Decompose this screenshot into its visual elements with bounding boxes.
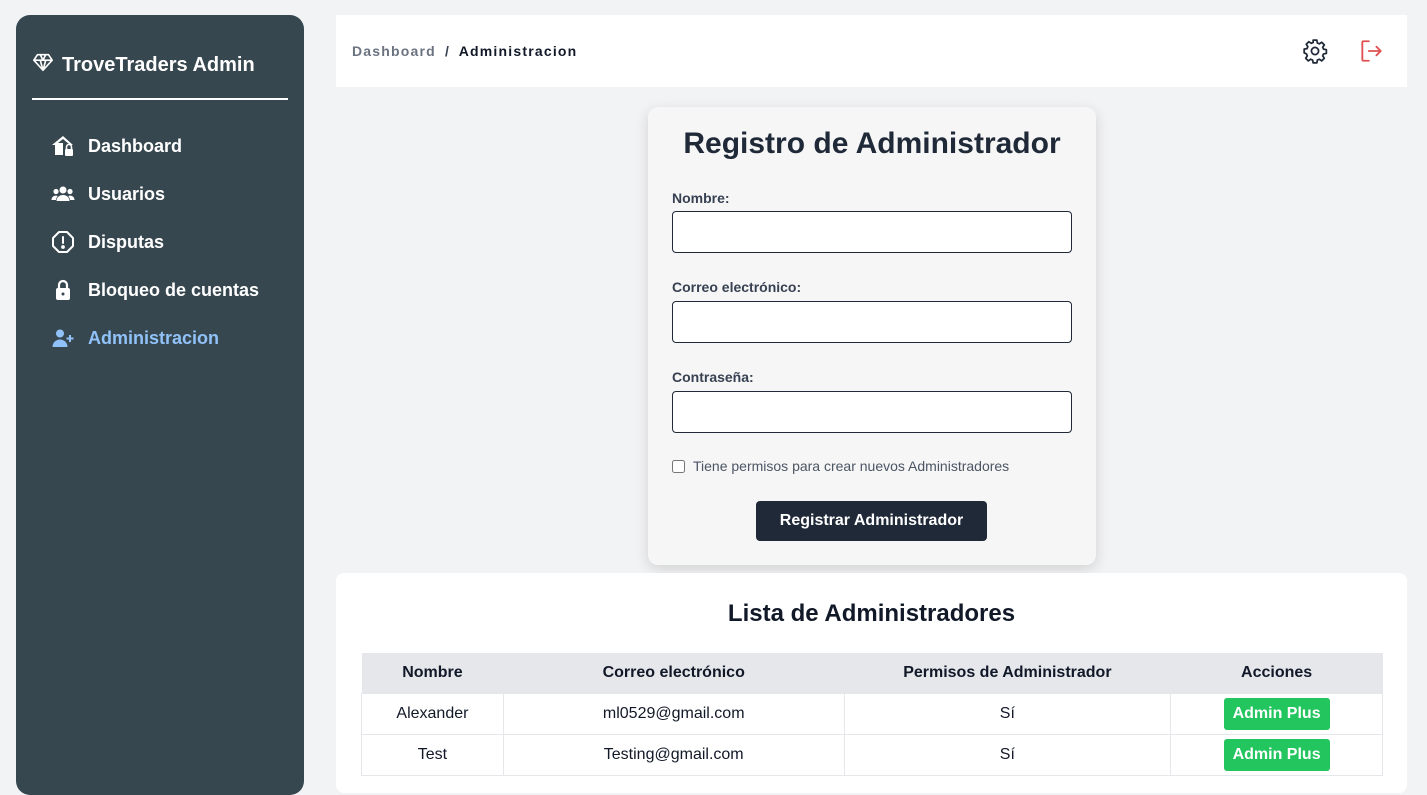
cell-name: Alexander xyxy=(361,692,504,735)
sidebar-item-label: Dashboard xyxy=(88,135,183,156)
sidebar-item-dashboard[interactable]: Dashboard xyxy=(50,122,290,170)
home-lock-icon xyxy=(50,133,76,159)
lock-icon xyxy=(50,277,76,303)
sidebar-item-label: Administracion xyxy=(88,327,220,348)
permissions-checkbox-label: Tiene permisos para crear nuevos Adminis… xyxy=(693,458,1010,474)
breadcrumb-current: Administracion xyxy=(458,43,578,59)
gear-icon[interactable] xyxy=(1301,37,1329,65)
breadcrumb-parent[interactable]: Dashboard xyxy=(352,43,436,59)
admin-list-card: Lista de Administradores Nombre Correo e… xyxy=(336,573,1407,793)
column-header-actions: Acciones xyxy=(1170,653,1383,693)
logout-icon[interactable] xyxy=(1357,37,1385,65)
table-row: Alexander ml0529@gmail.com Sí Admin Plus xyxy=(361,692,1383,735)
sidebar-item-disputas[interactable]: Disputas xyxy=(50,218,290,266)
name-input[interactable] xyxy=(672,211,1072,253)
cell-name: Test xyxy=(361,733,504,776)
users-icon xyxy=(50,181,76,207)
brand-divider xyxy=(32,98,288,100)
admin-list-title: Lista de Administradores xyxy=(727,600,1016,627)
sidebar-item-label: Disputas xyxy=(88,231,165,252)
cell-email: Testing@gmail.com xyxy=(502,733,845,776)
name-label: Nombre: xyxy=(672,190,730,206)
admin-plus-button[interactable]: Admin Plus xyxy=(1223,738,1330,771)
column-header-name: Nombre xyxy=(361,653,504,693)
user-plus-icon xyxy=(50,325,76,351)
sidebar-item-label: Bloqueo de cuentas xyxy=(88,279,260,300)
cell-actions: Admin Plus xyxy=(1170,733,1383,776)
register-admin-button[interactable]: Registrar Administrador xyxy=(756,501,987,541)
password-label: Contraseña: xyxy=(672,369,754,385)
sidebar-nav: Dashboard Usuarios Disputas Bloqueo de c… xyxy=(50,122,290,362)
breadcrumb-separator: / xyxy=(445,43,451,59)
permissions-row: Tiene permisos para crear nuevos Adminis… xyxy=(672,458,1009,474)
table-row: Test Testing@gmail.com Sí Admin Plus xyxy=(361,733,1383,776)
email-label: Correo electrónico: xyxy=(672,279,802,295)
admin-plus-button[interactable]: Admin Plus xyxy=(1223,697,1330,730)
cell-permission: Sí xyxy=(843,733,1172,776)
column-header-email: Correo electrónico xyxy=(503,653,845,693)
password-input[interactable] xyxy=(672,391,1072,433)
column-header-permissions: Permisos de Administrador xyxy=(844,653,1171,693)
admin-registration-form: Registro de Administrador Nombre: Correo… xyxy=(648,107,1096,565)
cell-email: ml0529@gmail.com xyxy=(502,692,845,735)
brand[interactable]: TroveTraders Admin xyxy=(32,51,255,79)
cell-permission: Sí xyxy=(843,692,1172,735)
form-title: Registro de Administrador xyxy=(683,127,1061,160)
sidebar: TroveTraders Admin Dashboard Usuarios Di… xyxy=(16,15,304,795)
sidebar-item-bloqueo[interactable]: Bloqueo de cuentas xyxy=(50,266,290,314)
sidebar-item-usuarios[interactable]: Usuarios xyxy=(50,170,290,218)
cell-actions: Admin Plus xyxy=(1170,692,1383,735)
sidebar-item-label: Usuarios xyxy=(88,183,166,204)
sidebar-item-administracion[interactable]: Administracion xyxy=(50,314,290,362)
alert-octagon-icon xyxy=(50,229,76,255)
admin-table: Nombre Correo electrónico Permisos de Ad… xyxy=(361,653,1383,776)
diamond-icon xyxy=(32,51,54,79)
table-header-row: Nombre Correo electrónico Permisos de Ad… xyxy=(361,653,1383,693)
breadcrumb: Dashboard / Administracion xyxy=(352,43,577,59)
permissions-checkbox[interactable] xyxy=(672,459,685,473)
brand-name: TroveTraders Admin xyxy=(62,53,255,76)
top-bar: Dashboard / Administracion xyxy=(336,15,1407,87)
email-input[interactable] xyxy=(672,301,1072,343)
